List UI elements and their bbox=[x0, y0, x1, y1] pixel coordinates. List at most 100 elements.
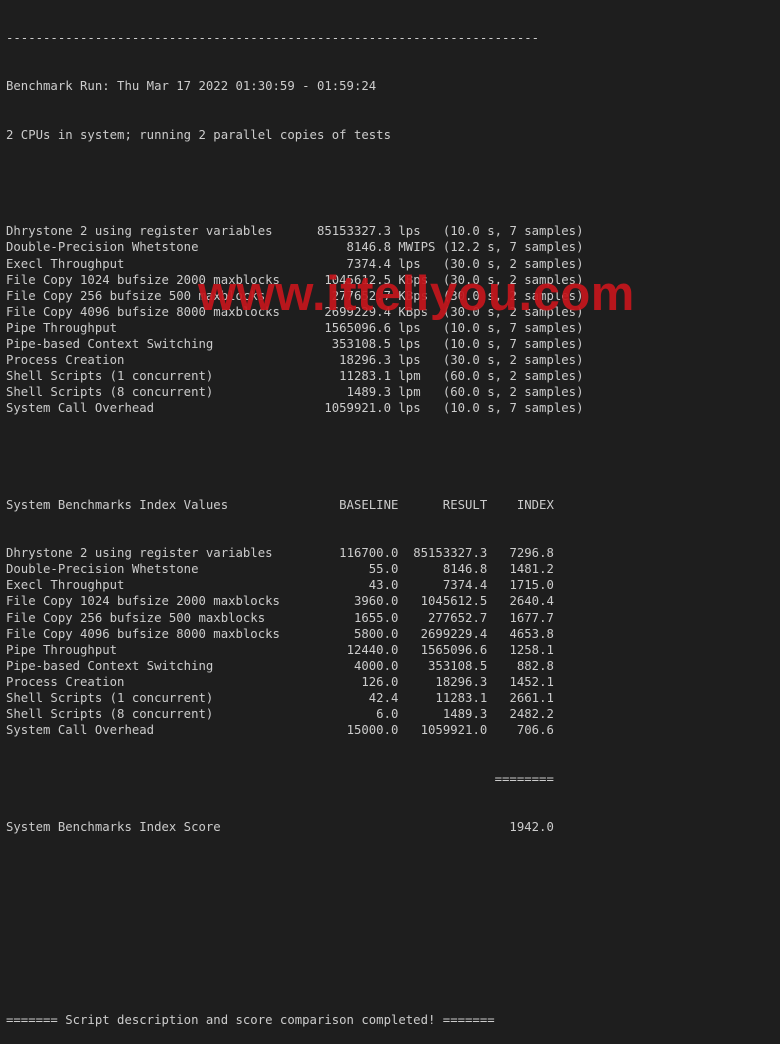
result-row: Double-Precision Whetstone 8146.8 MWIPS … bbox=[6, 239, 583, 255]
index-value: 2661.1 bbox=[487, 691, 554, 706]
test-timing: (30.0 s, 2 samples) bbox=[442, 304, 584, 319]
test-name: Dhrystone 2 using register variables bbox=[6, 224, 303, 239]
test-unit: lps bbox=[390, 256, 443, 271]
test-unit: KBps bbox=[390, 272, 443, 287]
test-unit: lpm bbox=[390, 369, 443, 384]
test-value: 1045612.5 bbox=[302, 272, 391, 287]
result-row: Shell Scripts (8 concurrent) 1489.3 lpm … bbox=[6, 384, 583, 400]
results-list: Dhrystone 2 using register variables 851… bbox=[6, 223, 583, 416]
test-value: 8146.8 bbox=[302, 240, 391, 255]
baseline-value: 12440.0 bbox=[324, 642, 399, 657]
test-name: System Call Overhead bbox=[6, 723, 325, 738]
test-value: 1059921.0 bbox=[302, 401, 391, 416]
result-row: File Copy 1024 bufsize 2000 maxblocks 10… bbox=[6, 272, 583, 288]
index-row: Execl Throughput 43.0 7374.4 1715.0 bbox=[6, 577, 583, 593]
index-row: File Copy 4096 bufsize 8000 maxblocks 58… bbox=[6, 626, 583, 642]
test-name: File Copy 4096 bufsize 8000 maxblocks bbox=[6, 304, 303, 319]
index-row: Dhrystone 2 using register variables 116… bbox=[6, 545, 583, 561]
result-value: 1059921.0 bbox=[398, 723, 488, 738]
test-timing: (10.0 s, 7 samples) bbox=[442, 224, 584, 239]
result-row: File Copy 4096 bufsize 8000 maxblocks 26… bbox=[6, 304, 583, 320]
result-row: Pipe Throughput 1565096.6 lps (10.0 s, 7… bbox=[6, 320, 583, 336]
index-value: 1481.2 bbox=[487, 562, 554, 577]
baseline-value: 116700.0 bbox=[324, 546, 399, 561]
test-value: 11283.1 bbox=[302, 369, 391, 384]
baseline-header: BASELINE bbox=[339, 497, 399, 512]
result-row: Process Creation 18296.3 lps (30.0 s, 2 … bbox=[6, 352, 583, 368]
test-name: Execl Throughput bbox=[6, 578, 325, 593]
test-name: Shell Scripts (1 concurrent) bbox=[6, 369, 303, 384]
result-row: Dhrystone 2 using register variables 851… bbox=[6, 223, 583, 239]
baseline-value: 6.0 bbox=[324, 707, 399, 722]
score-label: System Benchmarks Index Score bbox=[6, 819, 488, 834]
test-name: Pipe Throughput bbox=[6, 320, 303, 335]
test-timing: (30.0 s, 2 samples) bbox=[442, 288, 584, 303]
test-name: Shell Scripts (8 concurrent) bbox=[6, 707, 325, 722]
terminal-output: ----------------------------------------… bbox=[6, 0, 583, 1044]
test-name: Process Creation bbox=[6, 353, 303, 368]
test-timing: (60.0 s, 2 samples) bbox=[442, 385, 584, 400]
index-row: Process Creation 126.0 18296.3 1452.1 bbox=[6, 674, 583, 690]
result-value: 1489.3 bbox=[398, 707, 488, 722]
index-row: Shell Scripts (1 concurrent) 42.4 11283.… bbox=[6, 690, 583, 706]
test-name: File Copy 256 bufsize 500 maxblocks bbox=[6, 288, 303, 303]
index-score-line: System Benchmarks Index Score 1942.0 bbox=[6, 819, 583, 835]
result-value: 18296.3 bbox=[398, 674, 488, 689]
test-unit: KBps bbox=[390, 288, 443, 303]
test-name: Dhrystone 2 using register variables bbox=[6, 546, 325, 561]
index-header: System Benchmarks Index Values BASELINE … bbox=[6, 497, 583, 513]
index-value: 2640.4 bbox=[487, 594, 554, 609]
test-unit: lps bbox=[390, 320, 443, 335]
test-name: Execl Throughput bbox=[6, 256, 303, 271]
test-timing: (10.0 s, 7 samples) bbox=[442, 320, 584, 335]
result-value: 85153327.3 bbox=[398, 546, 488, 561]
result-value: 2699229.4 bbox=[398, 626, 488, 641]
test-unit: MWIPS bbox=[390, 240, 443, 255]
baseline-value: 42.4 bbox=[324, 691, 399, 706]
baseline-value: 55.0 bbox=[324, 562, 399, 577]
test-timing: (30.0 s, 2 samples) bbox=[442, 256, 584, 271]
test-name: System Call Overhead bbox=[6, 401, 303, 416]
test-name: File Copy 1024 bufsize 2000 maxblocks bbox=[6, 594, 325, 609]
test-name: File Copy 256 bufsize 500 maxblocks bbox=[6, 610, 325, 625]
index-row: Double-Precision Whetstone 55.0 8146.8 1… bbox=[6, 561, 583, 577]
result-row: Pipe-based Context Switching 353108.5 lp… bbox=[6, 336, 583, 352]
test-timing: (30.0 s, 2 samples) bbox=[442, 272, 584, 287]
baseline-value: 43.0 bbox=[324, 578, 399, 593]
index-row: File Copy 256 bufsize 500 maxblocks 1655… bbox=[6, 610, 583, 626]
test-value: 353108.5 bbox=[302, 336, 391, 351]
test-name: Pipe-based Context Switching bbox=[6, 658, 325, 673]
completion-message: ======= Script description and score com… bbox=[6, 1012, 495, 1027]
test-name: Pipe-based Context Switching bbox=[6, 336, 303, 351]
test-value: 18296.3 bbox=[302, 353, 391, 368]
test-unit: lps bbox=[390, 336, 443, 351]
index-table: Dhrystone 2 using register variables 116… bbox=[6, 545, 583, 738]
result-value: 11283.1 bbox=[398, 691, 488, 706]
test-value: 85153327.3 bbox=[302, 224, 391, 239]
index-title: System Benchmarks Index Values bbox=[6, 497, 340, 512]
baseline-value: 4000.0 bbox=[324, 658, 399, 673]
result-value: 8146.8 bbox=[398, 562, 488, 577]
test-unit: lpm bbox=[390, 385, 443, 400]
result-row: Shell Scripts (1 concurrent) 11283.1 lpm… bbox=[6, 368, 583, 384]
test-name: Pipe Throughput bbox=[6, 642, 325, 657]
test-name: Double-Precision Whetstone bbox=[6, 240, 303, 255]
test-unit: lps bbox=[390, 401, 443, 416]
index-value: 1677.7 bbox=[487, 610, 554, 625]
score-value: 1942.0 bbox=[487, 819, 554, 834]
result-value: 1565096.6 bbox=[398, 642, 488, 657]
baseline-value: 5800.0 bbox=[324, 626, 399, 641]
score-separator: ======== bbox=[6, 771, 554, 786]
result-row: System Call Overhead 1059921.0 lps (10.0… bbox=[6, 400, 583, 416]
result-value: 277652.7 bbox=[398, 610, 488, 625]
test-unit: lps bbox=[390, 224, 443, 239]
result-header: RESULT bbox=[398, 497, 488, 512]
test-value: 2699229.4 bbox=[302, 304, 391, 319]
cpu-info-line: 2 CPUs in system; running 2 parallel cop… bbox=[6, 127, 391, 142]
test-timing: (60.0 s, 2 samples) bbox=[442, 369, 584, 384]
index-value: 4653.8 bbox=[487, 626, 554, 641]
